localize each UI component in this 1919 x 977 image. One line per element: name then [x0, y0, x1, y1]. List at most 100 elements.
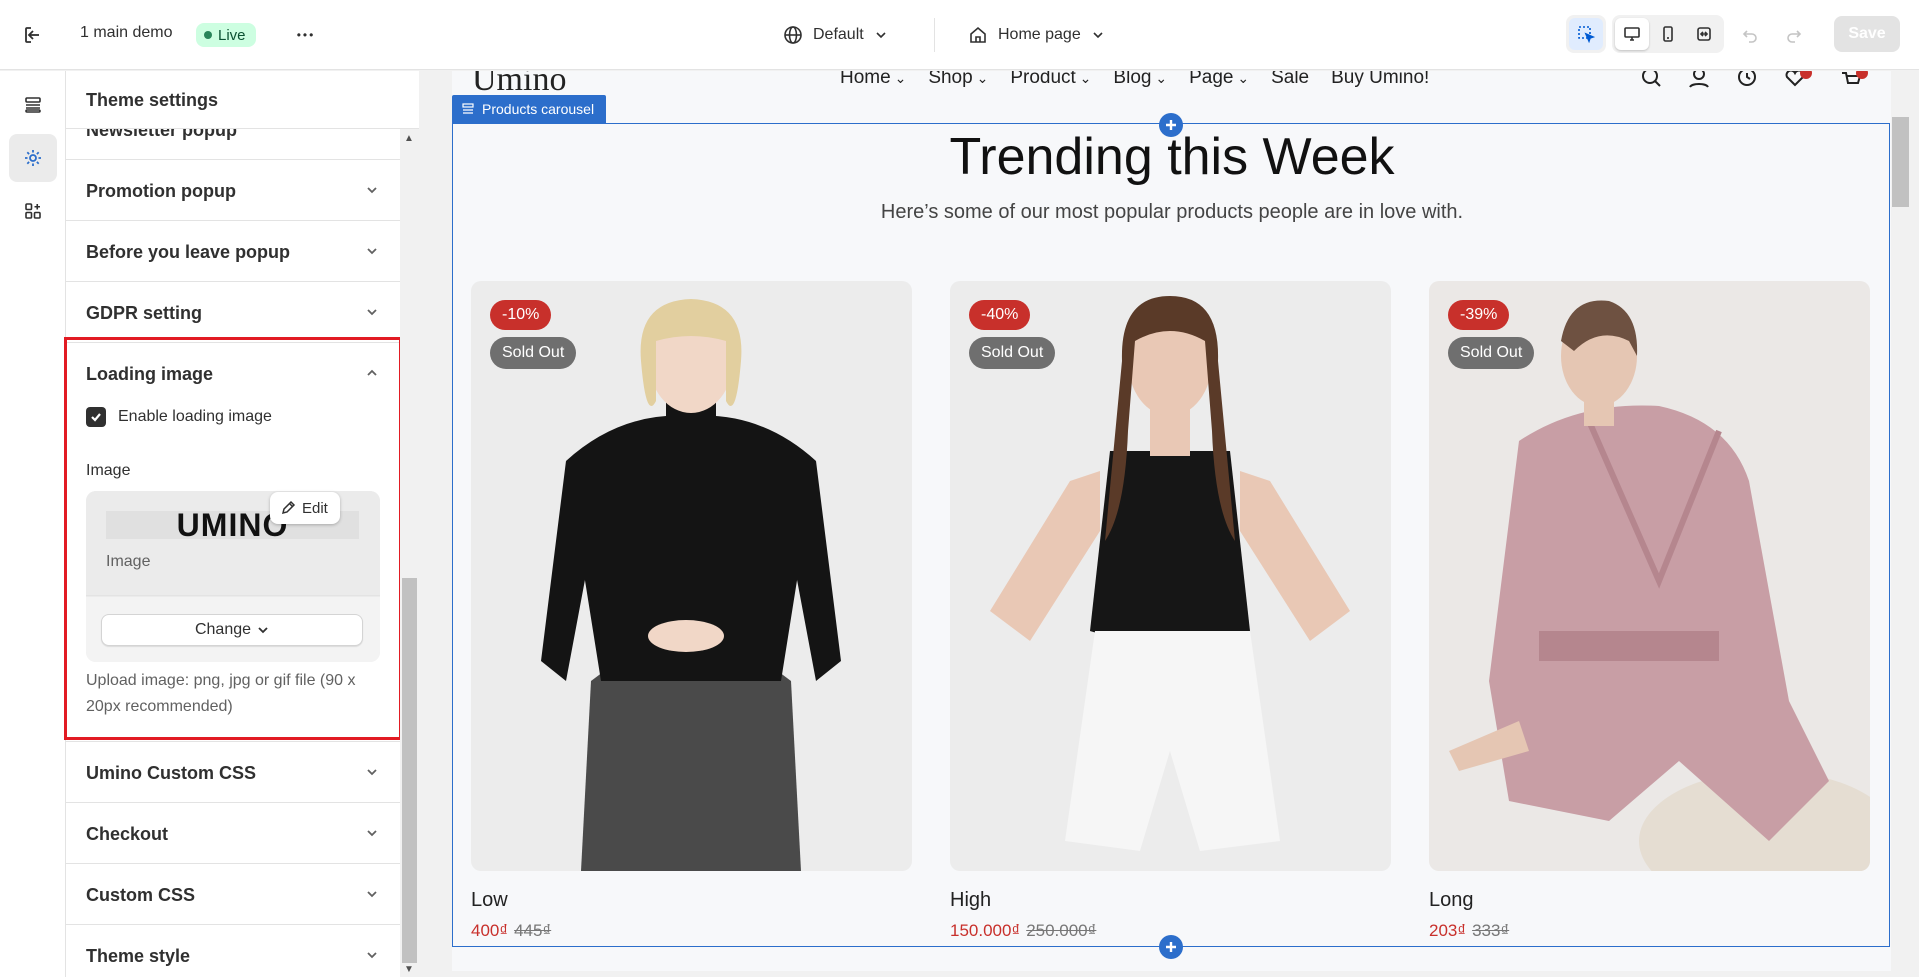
- product-photo-turtleneck: [471, 281, 912, 871]
- section-title[interactable]: Loading image: [86, 364, 213, 385]
- section-theme-style[interactable]: Theme style: [66, 925, 400, 977]
- chevron-down-icon: [367, 187, 377, 194]
- chevron-down-icon: [258, 627, 268, 634]
- pencil-icon: [281, 500, 296, 515]
- enable-loading-image-label[interactable]: Enable loading image: [118, 408, 272, 426]
- discount-badge: -39%: [1448, 300, 1510, 330]
- page-selector[interactable]: Home page: [968, 20, 1105, 50]
- section-promotion-popup[interactable]: Promotion popup: [66, 160, 400, 221]
- theme-settings-tab[interactable]: [9, 134, 57, 182]
- theme-selector[interactable]: Default: [783, 20, 888, 50]
- redo-icon: [1787, 30, 1802, 43]
- chevron-down-icon: [367, 952, 377, 959]
- mobile-view-button[interactable]: [1651, 18, 1685, 50]
- product-image[interactable]: -39% Sold Out: [1429, 281, 1870, 871]
- discount-badge: -10%: [490, 300, 552, 330]
- price-current: 203₫: [1429, 921, 1467, 940]
- section-gdpr-setting[interactable]: GDPR setting: [66, 282, 400, 343]
- sidebar-scroll-thumb[interactable]: [402, 578, 417, 963]
- product-price: 203₫ 333₫: [1429, 921, 1509, 941]
- add-section-above-button[interactable]: [1159, 113, 1183, 137]
- section-checkout[interactable]: Checkout: [66, 803, 400, 864]
- chevron-down-icon: [1093, 32, 1103, 39]
- select-tool-group: [1566, 15, 1606, 53]
- nav-shop[interactable]: Shop: [928, 71, 988, 89]
- sections-icon: [25, 97, 41, 113]
- price-compare: 445₫: [514, 921, 552, 940]
- select-element-icon: [1578, 26, 1595, 43]
- section-before-you-leave-popup[interactable]: Before you leave popup: [66, 221, 400, 282]
- product-name[interactable]: High: [950, 889, 991, 912]
- save-button[interactable]: Save: [1834, 16, 1900, 52]
- enable-loading-image-checkbox[interactable]: [86, 407, 106, 427]
- section-title: Umino Custom CSS: [86, 763, 257, 783]
- sold-out-badge: Sold Out: [1448, 337, 1535, 369]
- sold-out-badge: Sold Out: [969, 337, 1056, 369]
- nav-home[interactable]: Home: [840, 71, 906, 89]
- section-tag[interactable]: Products carousel: [452, 95, 607, 123]
- clock-icon[interactable]: [1736, 71, 1758, 89]
- image-actions: Change: [86, 597, 380, 662]
- nav-sale[interactable]: Sale: [1271, 71, 1309, 89]
- scroll-down-arrow-icon[interactable]: ▼: [404, 964, 414, 975]
- chevron-down-icon: [367, 769, 377, 776]
- section-title: Checkout: [86, 824, 169, 844]
- price-compare: 333₫: [1472, 921, 1510, 940]
- section-title: GDPR setting: [86, 303, 203, 323]
- gear-icon: [25, 150, 41, 166]
- left-rail: [0, 71, 66, 977]
- nav-buy-umino[interactable]: Buy Umino!: [1331, 71, 1429, 89]
- chevron-down-icon: [367, 891, 377, 898]
- discount-badge: -40%: [969, 300, 1031, 330]
- search-icon[interactable]: [1640, 71, 1662, 89]
- live-badge: Live: [196, 23, 256, 47]
- product-image[interactable]: -10% Sold Out: [471, 281, 912, 871]
- more-actions-button[interactable]: •••: [292, 23, 320, 47]
- theme-selector-label: Default: [813, 26, 864, 43]
- sections-tab[interactable]: [9, 81, 57, 129]
- product-name[interactable]: Long: [1429, 889, 1474, 912]
- preview-scroll-thumb[interactable]: [1892, 117, 1909, 207]
- section-custom-css[interactable]: Custom CSS: [66, 864, 400, 925]
- scroll-up-arrow-icon[interactable]: ▲: [404, 133, 414, 144]
- checkmark-icon: [91, 413, 101, 422]
- section-title: Custom CSS: [86, 885, 196, 905]
- undo-button[interactable]: [1737, 22, 1763, 48]
- section-subheading: Here’s some of our most popular products…: [880, 201, 1464, 223]
- redo-button[interactable]: [1781, 22, 1807, 48]
- section-umino-custom-css[interactable]: Umino Custom CSS: [66, 742, 400, 803]
- nav-page[interactable]: Page: [1189, 71, 1249, 89]
- select-element-button[interactable]: [1569, 18, 1603, 50]
- nav-blog[interactable]: Blog: [1113, 71, 1167, 89]
- page-selector-label: Home page: [998, 26, 1081, 43]
- home-icon: [970, 26, 986, 43]
- add-section-below-button[interactable]: [1159, 935, 1183, 959]
- edit-image-button[interactable]: Edit: [270, 492, 340, 524]
- chevron-down-icon: [367, 248, 377, 255]
- section-title: Theme style: [86, 946, 191, 966]
- cart-icon[interactable]: [1840, 71, 1870, 89]
- fullwidth-view-button[interactable]: [1687, 18, 1721, 50]
- sidebar-header: Theme settings: [66, 71, 419, 129]
- live-label: Live: [218, 26, 246, 44]
- storefront-preview: Umino Home Shop Product Blog Page Sale B…: [452, 71, 1892, 971]
- product-image[interactable]: -40% Sold Out: [950, 281, 1391, 871]
- exit-icon[interactable]: [22, 24, 44, 46]
- nav-icons: [1640, 71, 1870, 89]
- section-newsletter-popup[interactable]: Newsletter popup: [66, 129, 400, 160]
- product-price: 150.000₫ 250.000₫: [950, 921, 1096, 941]
- wishlist-icon[interactable]: [1784, 71, 1814, 89]
- plus-icon: [1166, 942, 1176, 952]
- account-icon[interactable]: [1688, 71, 1710, 89]
- nav-product[interactable]: Product: [1010, 71, 1091, 89]
- fullwidth-icon: [1697, 27, 1711, 41]
- undo-icon: [1742, 30, 1757, 43]
- product-photo-tank-top: [950, 281, 1391, 871]
- product-name[interactable]: Low: [471, 889, 508, 912]
- desktop-view-button[interactable]: [1615, 18, 1649, 50]
- apps-tab[interactable]: [9, 187, 57, 235]
- chevron-up-icon[interactable]: [364, 365, 380, 381]
- price-compare: 250.000₫: [1026, 921, 1097, 940]
- product-price: 400₫ 445₫: [471, 921, 551, 941]
- change-image-button[interactable]: Change: [101, 614, 363, 646]
